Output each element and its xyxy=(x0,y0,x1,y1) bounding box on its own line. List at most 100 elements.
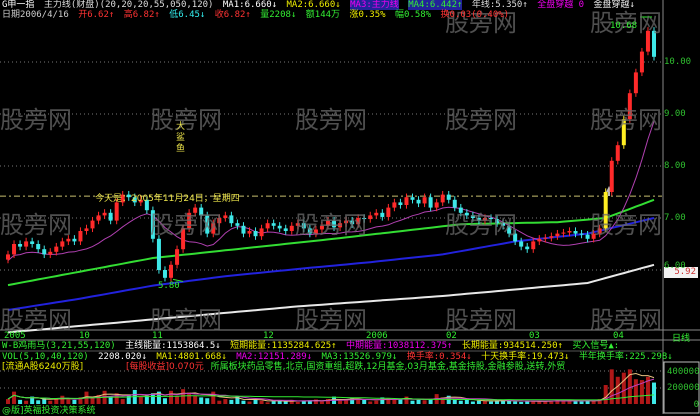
volume-bar xyxy=(319,401,324,404)
price-tick: 9.00 xyxy=(664,109,686,119)
indicator-name: 主力线(财盘)(20,20,20,55,050,120) xyxy=(43,0,214,10)
price-tick: 7.00 xyxy=(664,213,686,223)
volume-current: 2208.020↓ xyxy=(98,352,147,362)
candle-body xyxy=(283,228,288,231)
half-year-turnover: 半年换手率:225.298↓ xyxy=(578,352,673,362)
candle-body xyxy=(567,231,572,233)
candle-body xyxy=(350,220,355,225)
turnover-value: 换0.03(0.40%) xyxy=(440,10,510,20)
volume-bar xyxy=(422,400,427,404)
full-cross: 全盘穿越 0 xyxy=(537,0,585,10)
candle-body xyxy=(561,232,566,234)
volume-formula[interactable]: VOL(5,10,40,120) xyxy=(2,352,89,362)
stock-name[interactable]: G申一指 xyxy=(2,0,34,10)
volume-bar xyxy=(579,401,584,404)
candle-body xyxy=(187,212,192,229)
volume-bar xyxy=(633,379,638,404)
ma4-value: MA4:6.442↑ xyxy=(408,0,463,10)
candle-body xyxy=(30,241,35,244)
date-value: 日期2006/4/16 xyxy=(2,10,69,20)
candle-body xyxy=(253,231,258,237)
header-line-2: 日期2006/4/16 开6.62↑ 高6.82↑ 低6.45↓ 收6.82↑ … xyxy=(2,10,513,20)
date-tick: 11 xyxy=(152,331,163,341)
candle-body xyxy=(537,238,542,242)
candle-body xyxy=(652,30,656,57)
candle-body xyxy=(108,212,113,221)
candle-body xyxy=(217,218,222,224)
candle-body xyxy=(235,223,240,226)
candles xyxy=(6,27,656,282)
candle-body xyxy=(416,199,421,204)
date-tick: 02 xyxy=(446,331,457,341)
candle-body xyxy=(633,72,638,94)
volume-bar xyxy=(229,399,234,404)
change-value: 涨0.35% xyxy=(349,10,386,20)
high-price-label: 10.68 xyxy=(610,21,638,31)
volume-bars xyxy=(6,369,656,404)
candle-body xyxy=(259,228,264,237)
candle-body xyxy=(271,223,276,226)
candle-body xyxy=(193,207,198,213)
candle-body xyxy=(519,241,524,247)
candle-body xyxy=(597,228,602,234)
candle-body xyxy=(440,194,445,203)
volume-bar xyxy=(525,401,530,404)
close-value: 收6.82↑ xyxy=(214,10,251,20)
candle-body xyxy=(277,225,282,229)
float-shares: [流通A股6240万股] xyxy=(2,362,84,372)
indicator-formula[interactable]: W-B鸡雨马(3,21,55,120) xyxy=(2,341,116,351)
volume-bar xyxy=(392,399,397,404)
candle-body xyxy=(404,197,409,205)
info-row: [流通A股6240万股] [每股收益]0.070元 所属板块药品零售,北京,国资… xyxy=(2,362,569,372)
low-value: 低6.45↓ xyxy=(169,10,206,20)
volume-value: 量2208↓ xyxy=(260,10,297,20)
price-tick: 8.00 xyxy=(664,161,686,171)
ma-year-line xyxy=(7,263,655,334)
volume-bar xyxy=(482,401,487,404)
candle-body xyxy=(482,218,487,221)
volume-bar xyxy=(621,372,626,404)
candle-body xyxy=(621,119,626,146)
gold-cross: 金盘穿越↓ xyxy=(593,0,635,10)
volume-tick: 0 xyxy=(693,400,699,410)
footer-brand: @版]英福投资决策系统 xyxy=(2,406,96,416)
volume-bar xyxy=(271,401,276,404)
candle-body xyxy=(289,225,294,231)
date-tick: 04 xyxy=(613,331,624,341)
date-tick: 2005 xyxy=(4,331,26,341)
candle-body xyxy=(627,93,632,120)
header-line-1: G申一指 主力线(财盘)(20,20,20,55,050,120) MA1:6.… xyxy=(2,0,639,10)
date-tick: 2006 xyxy=(366,331,388,341)
candle-body xyxy=(374,212,379,216)
period-selector[interactable]: 日线 xyxy=(672,331,690,344)
volume-bar xyxy=(217,400,222,404)
candle-body xyxy=(301,223,306,229)
candle-body xyxy=(639,51,644,73)
candle-body xyxy=(464,212,469,216)
volume-bar xyxy=(603,385,608,404)
candle-body xyxy=(645,30,650,52)
volume-bar xyxy=(265,402,270,404)
volume-tick: 400000 xyxy=(667,367,700,377)
ma2-value: MA2:6.660↓ xyxy=(286,0,341,10)
candle-body xyxy=(476,218,481,221)
candle-body xyxy=(72,238,77,242)
candle-body xyxy=(6,254,10,260)
candle-body xyxy=(573,231,578,234)
candle-body xyxy=(398,202,403,205)
candle-body xyxy=(422,197,427,204)
volume-bar xyxy=(259,400,264,404)
candle-body xyxy=(609,160,614,192)
volume-bar xyxy=(338,400,343,404)
candle-body xyxy=(241,225,246,234)
volume-bar xyxy=(247,401,252,404)
eps: [每股收益]0.070元 xyxy=(125,362,204,372)
candle-body xyxy=(579,233,584,235)
volume-bar xyxy=(374,400,379,404)
volume-bar xyxy=(458,400,463,404)
open-value: 开6.62↑ xyxy=(78,10,115,20)
candle-body xyxy=(543,237,548,239)
volume-bar xyxy=(162,398,167,404)
candle-body xyxy=(356,218,361,225)
volume-bar xyxy=(573,401,578,404)
